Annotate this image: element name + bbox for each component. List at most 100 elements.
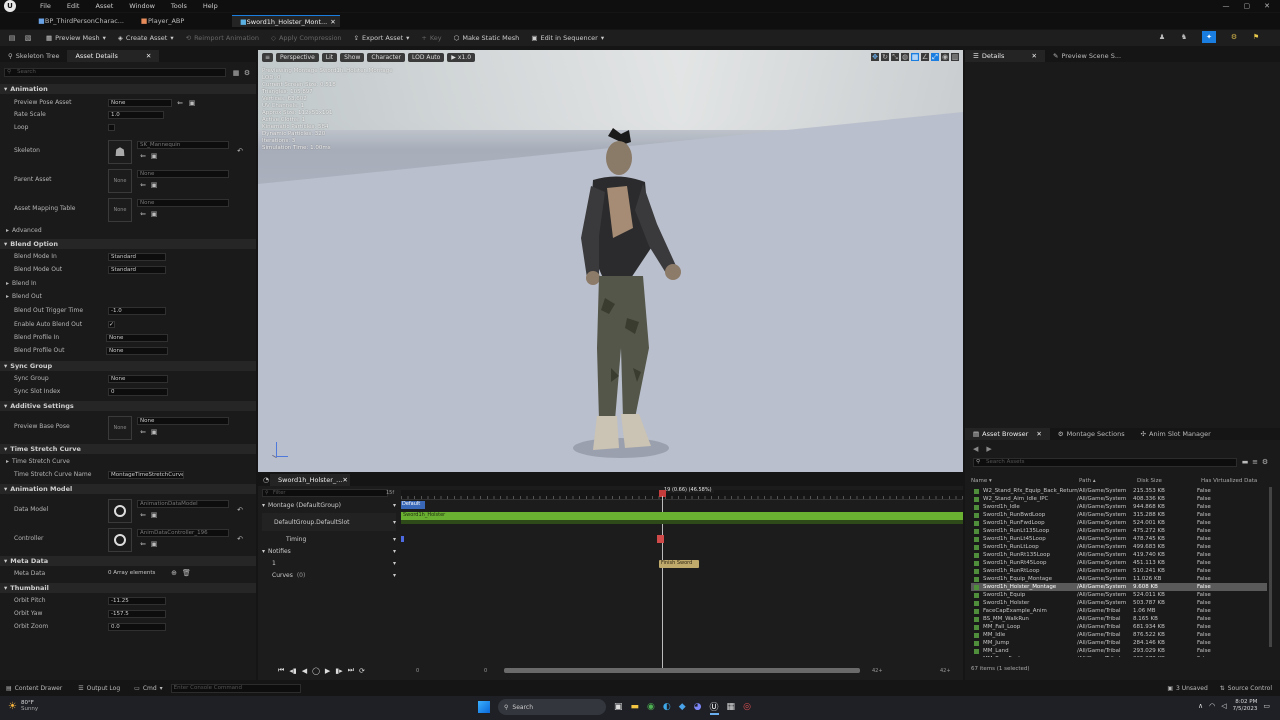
tab-details[interactable]: ☰ Details ✕ [965,50,1045,62]
blend-profile-out-dropdown[interactable]: None [106,347,168,355]
rate-scale-field[interactable]: 1.0 [108,111,164,119]
vscode-icon[interactable]: ◆ [679,702,686,712]
asset-row[interactable]: Sword1h_RunLt135Loop/All/Game/System 475.… [971,527,1267,535]
physics-mode-icon[interactable]: ⚑ [1252,33,1260,41]
section-animation-model[interactable]: ▾ Animation Model [0,484,256,494]
key-button[interactable]: + Key [415,31,447,45]
step-forward-icon[interactable]: ▮▸ [335,667,342,675]
notify-finish-sword[interactable]: Finish Sword [659,560,699,568]
sync-group-field[interactable]: None [108,375,168,383]
browse-icon[interactable]: ▣ [150,511,158,519]
track-menu-icon[interactable]: ▾ [393,560,396,567]
close-icon[interactable]: ✕ [1032,52,1037,60]
output-log-button[interactable]: ☰ Output Log [78,685,120,692]
timeline-scrollbar[interactable] [504,668,860,673]
parent-asset-dropdown[interactable]: None [137,170,229,178]
tab-montage[interactable]: Sword1h_Holster_... ✕ [270,474,350,486]
tab-close-icon[interactable]: ✕ [330,18,335,26]
close-icon[interactable]: ✕ [1036,430,1041,438]
asset-row[interactable]: W2_Stand_Rfx_Equip_Back_Return/All/Game/… [971,487,1267,495]
perspective-button[interactable]: Perspective [276,53,319,62]
tab-asset-details[interactable]: Asset Details ✕ [67,50,160,62]
asset-row[interactable]: Sword1h_Idle/All/Game/System 944.868 KB Fa… [971,503,1267,511]
viewport[interactable]: ≡ Perspective Lit Show Character LOD Aut… [258,50,963,472]
rotate-icon[interactable]: ↻ [881,53,889,61]
doc-tab-montage[interactable]: ■ Sword1h_Holster_Mont... ✕ [232,15,340,27]
tab-montage-sections[interactable]: ⚙ Montage Sections [1050,428,1133,440]
console-input[interactable]: Enter Console Command [170,684,301,693]
section-time-stretch[interactable]: ▾ Time Stretch Curve [0,444,256,454]
blend-in-expander[interactable]: ▸ Blend In [6,279,37,288]
playback-speed-button[interactable]: ▶ x1.0 [447,53,476,62]
create-asset-button[interactable]: ◈ Create Asset ▾ [112,31,180,45]
step-back-icon[interactable]: ◂▮ [289,667,296,675]
asset-row[interactable]: Sword1h_RunLtLoop/All/Game/System 499.683… [971,543,1267,551]
browse-icon[interactable]: ▧ [24,34,32,42]
asset-row[interactable]: W2_Stand_Aim_Idle_IPC/All/Game/System 408… [971,495,1267,503]
orbit-pitch-field[interactable]: -11.25 [108,597,166,605]
grid-snap-icon[interactable]: ▦ [911,53,919,61]
preview-base-dropdown[interactable]: None [137,417,229,425]
play-icon[interactable]: ▶ [325,667,330,675]
taskbar-search[interactable]: ⚲ Search [498,699,606,715]
show-button[interactable]: Show [340,53,365,62]
asset-row[interactable]: Sword1h_RunRt45Loop/All/Game/System 451.1… [971,559,1267,567]
lod-button[interactable]: LOD Auto [407,53,445,62]
browse-icon[interactable]: ▣ [150,152,158,160]
settings-icon[interactable]: ⚙ [243,69,251,77]
track-timing[interactable]: Timing ▾ [262,535,396,544]
controller-thumbnail[interactable] [108,528,132,552]
sync-slot-field[interactable]: 0 [108,388,168,396]
weather-widget[interactable]: ☀ 80°F Sunny [8,700,38,712]
filter-icon[interactable]: ≡ [1251,458,1259,466]
asset-row[interactable]: MM_Idle/All/Game/Tribal 876.522 KB False [971,631,1267,639]
track-notify-1[interactable]: 1 ▾ [262,559,396,568]
tab-asset-browser[interactable]: ▤ Asset Browser ✕ [965,428,1050,440]
file-explorer-icon[interactable]: ▬ [631,702,640,712]
skip-start-icon[interactable]: ⏮ [278,666,284,675]
close-icon[interactable]: ✕ [146,52,151,60]
angle-snap-icon[interactable]: ∠ [921,53,929,61]
track-menu-icon[interactable]: ▾ [393,519,396,526]
preview-mesh-button[interactable]: ▦ Preview Mesh ▾ [40,31,112,45]
chrome-icon[interactable]: ◉ [647,702,655,712]
track-slot[interactable]: DefaultGroup.DefaultSlot ▾ [262,513,396,531]
maximize-icon[interactable]: ▢ [1244,2,1251,10]
character-button[interactable]: Character [367,53,405,62]
clock[interactable]: 8:02 PM 7/5/2023 [1233,699,1258,713]
close-icon[interactable]: ✕ [1264,2,1270,10]
controller-dropdown[interactable]: AnimDataController_196 [137,529,229,537]
section-blend-option[interactable]: ▾ Blend Option [0,239,256,249]
doc-tab-bp[interactable]: ■ BP_ThirdPersonCharac... [30,15,132,27]
network-icon[interactable]: ◠ [1209,702,1215,710]
time-stretch-name-field[interactable]: MontageTimeStretchCurve [108,471,184,479]
volume-icon[interactable]: ◁ [1221,702,1226,710]
section-sync-group[interactable]: ▾ Sync Group [0,361,256,371]
details-search[interactable]: ⚲ Search [4,68,226,77]
blend-mode-out-dropdown[interactable]: Standard [108,266,166,274]
lit-button[interactable]: Lit [321,53,338,62]
reset-icon[interactable]: ↶ [236,147,244,155]
notification-icon[interactable]: ▭ [1263,702,1270,710]
col-path[interactable]: Path ▴ [1079,478,1137,484]
menu-tools[interactable]: Tools [163,2,195,10]
track-curves[interactable]: Curves (0) ▾ [262,571,396,580]
edit-in-sequencer-button[interactable]: ▣ Edit in Sequencer ▾ [525,31,610,45]
doc-tab-abp[interactable]: ■ Player_ABP [132,15,232,27]
tab-skeleton-tree[interactable]: ⚲ Skeleton Tree [0,50,67,62]
use-selected-icon[interactable]: ⇐ [139,181,147,189]
asset-row[interactable]: Sword1h_Equip_Montage/All/Game/System 11.… [971,575,1267,583]
unreal-taskbar-icon[interactable]: Ⓤ [709,700,719,715]
blend-out-trigger-field[interactable]: -1.0 [108,307,166,315]
task-view-icon[interactable]: ▣ [614,702,623,712]
browse-icon[interactable]: ▣ [150,210,158,218]
loop-checkbox[interactable] [108,124,115,131]
layout-icon[interactable]: ▥ [951,53,959,61]
content-drawer-button[interactable]: ▤ Content Drawer [6,685,62,692]
tab-anim-slot-manager[interactable]: ✣ Anim Slot Manager [1133,428,1219,440]
slot-clip[interactable]: Sword1h_Holster [401,512,963,520]
settings-icon[interactable]: ⚙ [1261,458,1269,466]
save-icon[interactable]: ▤ [8,34,16,42]
export-asset-button[interactable]: ⇪ Export Asset ▾ [348,31,416,45]
advanced-expander[interactable]: ▸ Advanced [6,226,42,235]
